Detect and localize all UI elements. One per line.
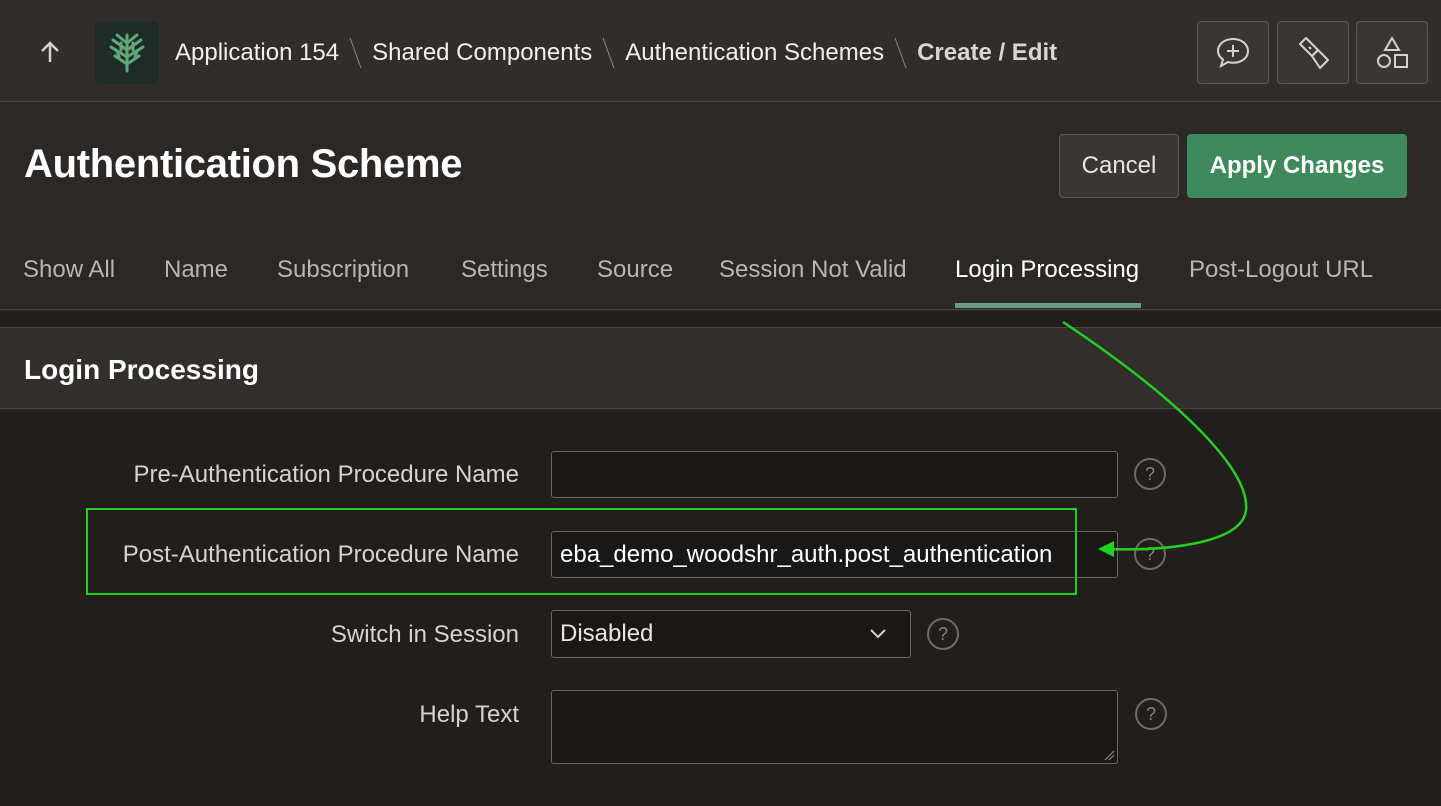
page-title: Authentication Scheme bbox=[24, 142, 463, 186]
tab-login-processing[interactable]: Login Processing bbox=[955, 256, 1141, 308]
find-button[interactable] bbox=[1277, 21, 1349, 84]
breadcrumb: Application 154 Shared Components Authen… bbox=[175, 36, 1057, 70]
tree-logo-icon bbox=[109, 33, 145, 72]
help-text-textarea[interactable] bbox=[551, 690, 1118, 764]
tab-session-not-valid[interactable]: Session Not Valid bbox=[719, 256, 907, 308]
switch-in-session-label: Switch in Session bbox=[330, 621, 519, 648]
flashlight-icon bbox=[1299, 36, 1329, 69]
breadcrumb-separator bbox=[602, 37, 615, 69]
resize-grip-icon[interactable] bbox=[1103, 749, 1115, 761]
chevron-down-icon bbox=[870, 629, 886, 639]
apply-changes-button[interactable]: Apply Changes bbox=[1187, 134, 1407, 198]
breadcrumb-separator bbox=[349, 37, 362, 69]
region-header: Login Processing bbox=[0, 327, 1441, 409]
application-logo[interactable] bbox=[95, 21, 159, 84]
shapes-icon bbox=[1377, 35, 1408, 68]
post-auth-procedure-label: Post-Authentication Procedure Name bbox=[122, 541, 519, 568]
arrow-up-icon bbox=[41, 41, 59, 62]
post-auth-procedure-input[interactable] bbox=[551, 531, 1118, 578]
pre-auth-procedure-input[interactable] bbox=[551, 451, 1118, 498]
breadcrumb-separator bbox=[894, 37, 907, 69]
tab-show-all[interactable]: Show All bbox=[23, 256, 115, 308]
tab-subscription[interactable]: Subscription bbox=[277, 256, 409, 308]
cancel-button[interactable]: Cancel bbox=[1059, 134, 1179, 198]
pre-auth-help-icon[interactable]: ? bbox=[1134, 458, 1166, 490]
breadcrumb-authentication-schemes[interactable]: Authentication Schemes bbox=[625, 39, 884, 67]
breadcrumb-current: Create / Edit bbox=[917, 39, 1058, 66]
switch-in-session-value: Disabled bbox=[560, 620, 654, 647]
pre-auth-procedure-label: Pre-Authentication Procedure Name bbox=[133, 461, 519, 488]
tab-source[interactable]: Source bbox=[597, 256, 673, 308]
top-navigation-bar: Application 154 Shared Components Authen… bbox=[0, 0, 1441, 102]
switch-in-session-help-icon[interactable]: ? bbox=[927, 618, 959, 650]
add-comment-button[interactable] bbox=[1197, 21, 1269, 84]
navigate-up-button[interactable] bbox=[28, 30, 72, 74]
comment-add-icon bbox=[1216, 37, 1250, 68]
section-tabs: Show All Name Subscription Settings Sour… bbox=[0, 248, 1441, 310]
help-text-label: Help Text bbox=[419, 701, 519, 728]
breadcrumb-shared-components[interactable]: Shared Components bbox=[372, 39, 592, 67]
help-text-help-icon[interactable]: ? bbox=[1135, 698, 1167, 730]
breadcrumb-application[interactable]: Application 154 bbox=[175, 39, 339, 67]
region-title: Login Processing bbox=[24, 354, 259, 385]
tab-settings[interactable]: Settings bbox=[461, 256, 548, 308]
shared-components-button[interactable] bbox=[1356, 21, 1428, 84]
tab-name[interactable]: Name bbox=[164, 256, 228, 308]
tab-post-logout-url[interactable]: Post-Logout URL bbox=[1189, 256, 1373, 308]
divider bbox=[0, 311, 1441, 327]
post-auth-help-icon[interactable]: ? bbox=[1134, 538, 1166, 570]
switch-in-session-select[interactable]: Disabled bbox=[551, 610, 911, 658]
